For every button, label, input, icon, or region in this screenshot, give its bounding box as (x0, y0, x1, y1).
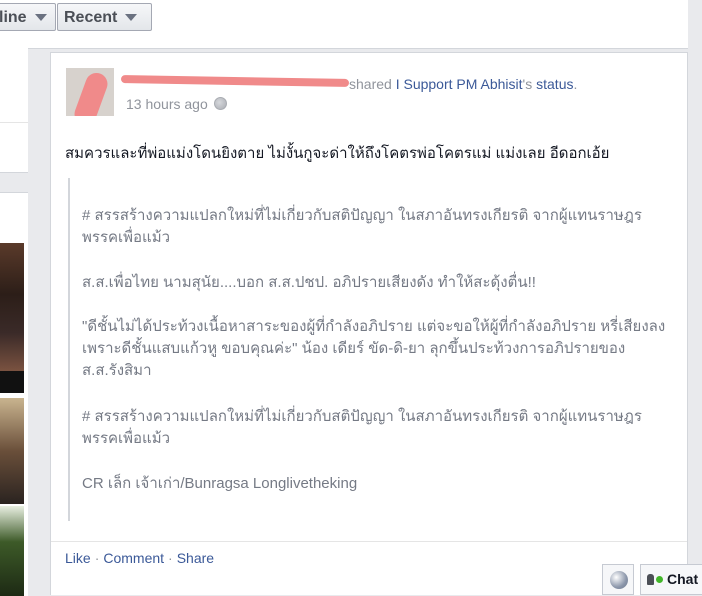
recent-filter-button[interactable]: Recent (57, 3, 152, 31)
left-column-photos (0, 192, 28, 596)
like-link[interactable]: Like (65, 550, 91, 566)
post-timestamp: 13 hours ago (126, 96, 227, 112)
shared-line: shared I Support PM Abhisit's status. (349, 76, 577, 92)
photo-thumbnail[interactable] (0, 506, 24, 596)
chat-label: Chat (667, 571, 699, 587)
separator: · (94, 550, 100, 566)
person-icon (647, 574, 654, 585)
online-filter-label: line (0, 9, 27, 26)
divider (0, 122, 28, 123)
post-card: shared I Support PM Abhisit's status. 13… (50, 52, 688, 595)
shared-source-link[interactable]: I Support PM Abhisit (396, 76, 523, 92)
chevron-down-icon (34, 14, 47, 22)
online-filter-button[interactable]: line (0, 3, 56, 31)
photo-thumbnail[interactable] (0, 371, 24, 393)
redaction-mark (71, 69, 111, 116)
globe-icon (610, 571, 628, 589)
separator: · (168, 550, 173, 566)
redacted-name (120, 75, 350, 87)
timestamp-link[interactable]: 13 hours ago (126, 96, 208, 112)
quote-paragraph: ส.ส.เพื่อไทย นามสุนัย....บอก ส.ส.ปชป. อภ… (82, 274, 536, 291)
shared-suffix: 's (522, 76, 533, 92)
shared-end: . (573, 76, 578, 92)
recent-filter-label: Recent (64, 9, 118, 26)
avatar[interactable] (66, 68, 114, 116)
left-column-box (0, 48, 28, 173)
divider (51, 541, 687, 542)
green-dot-icon (656, 576, 663, 583)
quote-paragraph: "ดีชั้นไม่ได้ประท้วงเนื้อหาสาระของผู้ที่… (82, 318, 666, 379)
comment-link[interactable]: Comment (103, 550, 164, 566)
left-column (0, 48, 28, 596)
quote-paragraph: # สรรสร้างความแปลกใหม่ที่ไม่เกี่ยวกับสติ… (82, 408, 642, 447)
quote-paragraph: # สรรสร้างความแปลกใหม่ที่ไม่เกี่ยวกับสติ… (82, 207, 642, 246)
shared-prefix: shared (349, 76, 392, 92)
chat-button[interactable]: Chat (640, 564, 702, 595)
top-toolbar: line Recent (0, 0, 690, 49)
photo-thumbnail[interactable] (0, 243, 24, 371)
globe-icon[interactable] (213, 97, 227, 110)
photo-thumbnail[interactable] (0, 398, 24, 504)
post-actions: Like · Comment · Share (65, 550, 214, 566)
post-text: สมควรและที่พ่อแม่งโดนยิงตาย ไม่งั้นกูจะด… (65, 145, 610, 162)
chevron-down-icon (125, 14, 138, 22)
notifications-globe-button[interactable] (602, 564, 634, 595)
share-link[interactable]: Share (177, 550, 214, 566)
quote-paragraph: CR เล็ก เจ้าเก่า/Bunragsa Longlivethekin… (82, 475, 358, 492)
page-right-edge (688, 0, 702, 595)
shared-status-link[interactable]: status (536, 76, 573, 92)
shared-status-quote: # สรรสร้างความแปลกใหม่ที่ไม่เกี่ยวกับสติ… (68, 178, 670, 521)
